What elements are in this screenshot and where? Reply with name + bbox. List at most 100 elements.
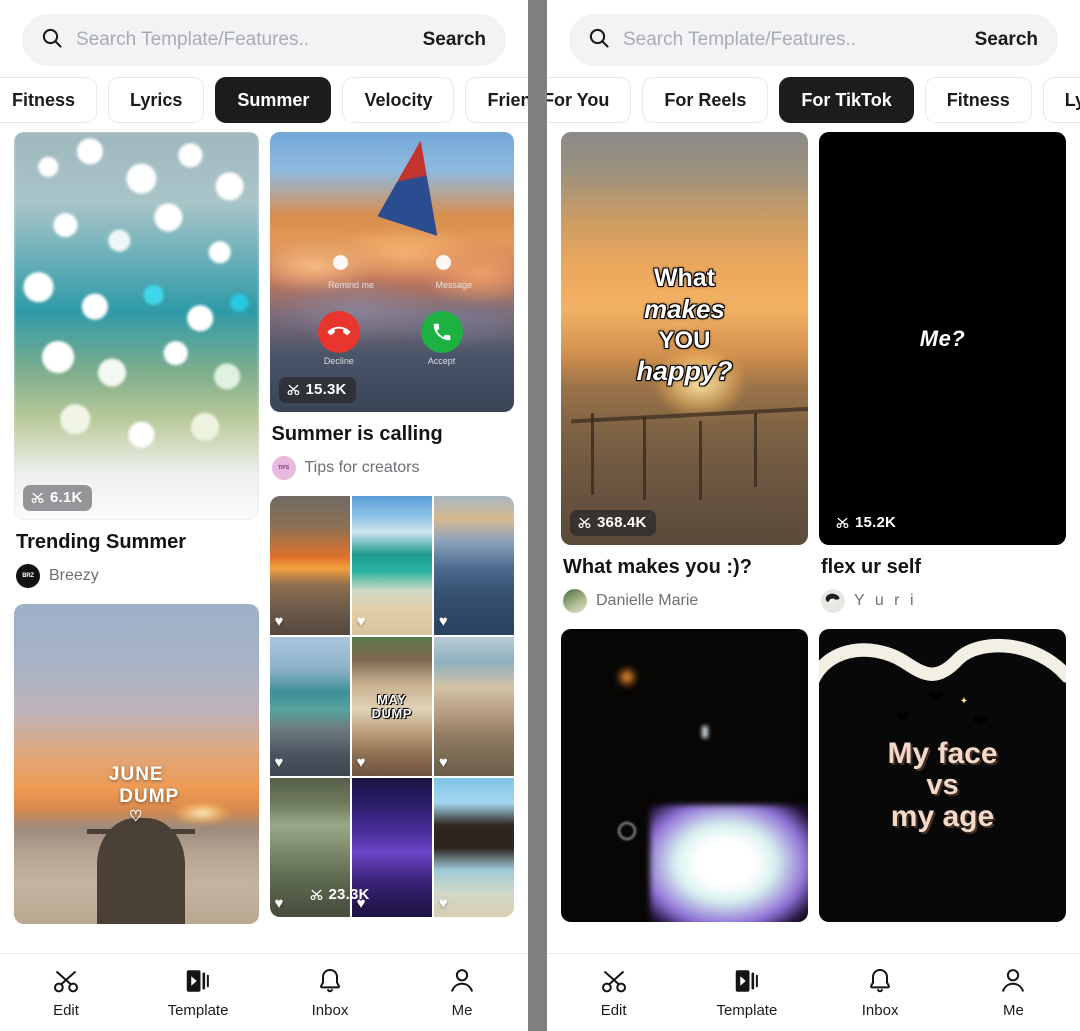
heart-icon: ❤ <box>895 708 910 728</box>
nav-label: Template <box>167 1002 229 1019</box>
artwork-overlay-text: JUNE DUMP ♡ <box>14 764 259 825</box>
template-thumbnail[interactable]: JUNE DUMP ♡ <box>14 604 259 924</box>
search-input[interactable] <box>76 29 409 51</box>
search-button[interactable]: Search <box>421 29 488 51</box>
template-meta: Summer is calling TIPS Tips for creators <box>270 412 515 480</box>
template-thumbnail[interactable] <box>561 629 808 922</box>
template-thumbnail[interactable]: ♥ ♥ ♥ ♥ MAY DUMP ♥ ♥ ♥ ♥ ♥ 23.3K <box>269 496 514 917</box>
template-feed-left[interactable]: 6.1K Trending Summer BRZ Breezy JUNE DUM… <box>0 132 528 970</box>
chip-fitness[interactable]: Fitness <box>924 77 1032 123</box>
chip-lyrics[interactable]: Lyrics <box>108 77 205 123</box>
uses-count: 15.3K <box>305 381 347 398</box>
accept-label: Accept <box>427 356 456 366</box>
template-card-june-dump[interactable]: JUNE DUMP ♡ <box>14 604 259 924</box>
artwork-bokeh-water <box>14 132 259 520</box>
heart-icon: ♥ <box>356 754 366 771</box>
nav-item-me[interactable]: Me <box>947 966 1080 1019</box>
template-card-may-dump-collage[interactable]: ♥ ♥ ♥ ♥ MAY DUMP ♥ ♥ ♥ ♥ ♥ 23.3K <box>269 496 514 917</box>
chip-for-you[interactable]: For You <box>547 77 632 123</box>
nav-label: Me <box>451 1002 473 1019</box>
template-card-what-makes-you-happy[interactable]: What makes YOU happy? 368.4K What makes … <box>561 132 808 613</box>
nav-item-edit[interactable]: Edit <box>0 966 132 1019</box>
template-author[interactable]: Y u r i <box>821 589 1064 613</box>
uses-count: 6.1K <box>50 489 83 506</box>
author-name: Tips for creators <box>304 459 420 476</box>
chip-summer[interactable]: Summer <box>215 77 332 123</box>
scissors-icon <box>54 970 79 993</box>
artwork-photo-collage: ♥ ♥ ♥ ♥ MAY DUMP ♥ ♥ ♥ ♥ ♥ <box>269 496 514 917</box>
template-thumbnail[interactable]: ❤ ❤ ❤ ✦ My face vs my age <box>819 629 1066 922</box>
chip-for-reels[interactable]: For Reels <box>642 77 769 123</box>
template-feed-right[interactable]: What makes YOU happy? 368.4K What makes … <box>547 132 1080 970</box>
message-icon <box>435 255 451 271</box>
nav-item-inbox[interactable]: Inbox <box>814 966 947 1019</box>
remind-me-label: Remind me <box>328 280 375 291</box>
person-icon <box>1002 969 1025 992</box>
template-title: Summer is calling <box>271 423 443 445</box>
chip-velocity[interactable]: Velocity <box>342 77 455 123</box>
heart-icon: ♥ <box>274 754 284 771</box>
pier-post <box>753 412 757 488</box>
heart-icon: ♥ <box>438 895 448 912</box>
nav-item-inbox[interactable]: Inbox <box>264 966 396 1019</box>
template-author[interactable]: TIPS Tips for creators <box>271 456 513 480</box>
template-play-icon <box>186 970 209 992</box>
nav-label: Inbox <box>861 1002 899 1019</box>
bottom-nav-right[interactable]: Edit Template Inbox Me <box>547 953 1080 1031</box>
template-title: Trending Summer <box>16 531 187 553</box>
author-name: Breezy <box>49 567 99 584</box>
glowing-hand <box>649 804 808 922</box>
left-search-area: Search <box>0 0 528 66</box>
bottom-nav-left[interactable]: Edit Template Inbox Me <box>0 953 528 1031</box>
heart-icon: ♥ <box>438 613 448 630</box>
uses-badge: 6.1K <box>23 485 92 511</box>
chip-lyrics[interactable]: Lyrics <box>1042 77 1080 123</box>
pier-post <box>642 416 646 500</box>
template-author[interactable]: Danielle Marie <box>563 589 806 613</box>
template-thumbnail[interactable]: 6.1K <box>14 132 259 520</box>
nav-item-template[interactable]: Template <box>680 966 813 1019</box>
template-card-my-face-vs-my-age[interactable]: ❤ ❤ ❤ ✦ My face vs my age <box>819 629 1066 922</box>
scissors-icon <box>836 517 849 529</box>
nav-item-me[interactable]: Me <box>396 966 528 1019</box>
feed-column-right-2: Me? 15.2K flex ur self Y u r i ❤ ❤ ❤ ✦ M… <box>819 132 1066 970</box>
heart-icon: ♥ <box>274 613 284 630</box>
template-thumbnail[interactable]: Remind me Message Decline Accept 15.3K <box>269 132 514 412</box>
template-card-summer-is-calling[interactable]: Remind me Message Decline Accept 15.3K S… <box>269 132 515 480</box>
scissors-icon <box>287 384 299 396</box>
overlay-line-2: DUMP <box>371 705 412 721</box>
chip-fitness[interactable]: Fitness <box>0 77 98 123</box>
uses-count: 15.2K <box>855 514 897 531</box>
category-chips-left[interactable]: Fitness Lyrics Summer Velocity Friends <box>0 66 528 132</box>
search-input[interactable] <box>623 29 961 51</box>
template-meta: flex ur self Y u r i <box>819 545 1066 613</box>
right-phone-panel: Search For You For Reels For TikTok Fitn… <box>547 0 1080 1031</box>
template-thumbnail[interactable]: Me? 15.2K <box>819 132 1066 545</box>
template-card-trending-summer[interactable]: 6.1K Trending Summer BRZ Breezy <box>14 132 259 588</box>
template-card-flex-ur-self[interactable]: Me? 15.2K flex ur self Y u r i <box>819 132 1066 613</box>
nav-item-template[interactable]: Template <box>132 966 264 1019</box>
template-thumbnail[interactable]: What makes YOU happy? 368.4K <box>561 132 808 545</box>
heart-icon: ♥ <box>274 895 284 912</box>
artwork-overlay-text: Me? <box>919 325 966 351</box>
template-card-dark-glow[interactable] <box>561 629 808 922</box>
overlay-line-1: MAY <box>377 691 407 707</box>
bell-icon <box>320 968 340 993</box>
search-button[interactable]: Search <box>973 29 1040 51</box>
heart-icon: ❤ <box>927 686 945 709</box>
category-chips-right[interactable]: For You For Reels For TikTok Fitness Lyr… <box>547 66 1080 132</box>
uses-badge: 15.2K <box>828 510 905 536</box>
collage-cell: ♥ <box>269 637 350 776</box>
template-author[interactable]: BRZ Breezy <box>16 564 257 588</box>
chip-friends[interactable]: Friends <box>465 77 528 123</box>
decline-label: Decline <box>323 356 354 366</box>
nav-item-edit[interactable]: Edit <box>547 966 680 1019</box>
search-bar-right[interactable]: Search <box>569 14 1058 66</box>
chip-for-tiktok[interactable]: For TikTok <box>779 77 914 123</box>
collage-cell: ♥ <box>433 496 514 635</box>
search-bar-left[interactable]: Search <box>22 14 506 66</box>
template-play-icon <box>735 970 758 992</box>
uses-badge: 15.3K <box>278 377 356 403</box>
bell-icon <box>870 968 891 993</box>
uses-badge: 23.3K <box>302 882 379 908</box>
